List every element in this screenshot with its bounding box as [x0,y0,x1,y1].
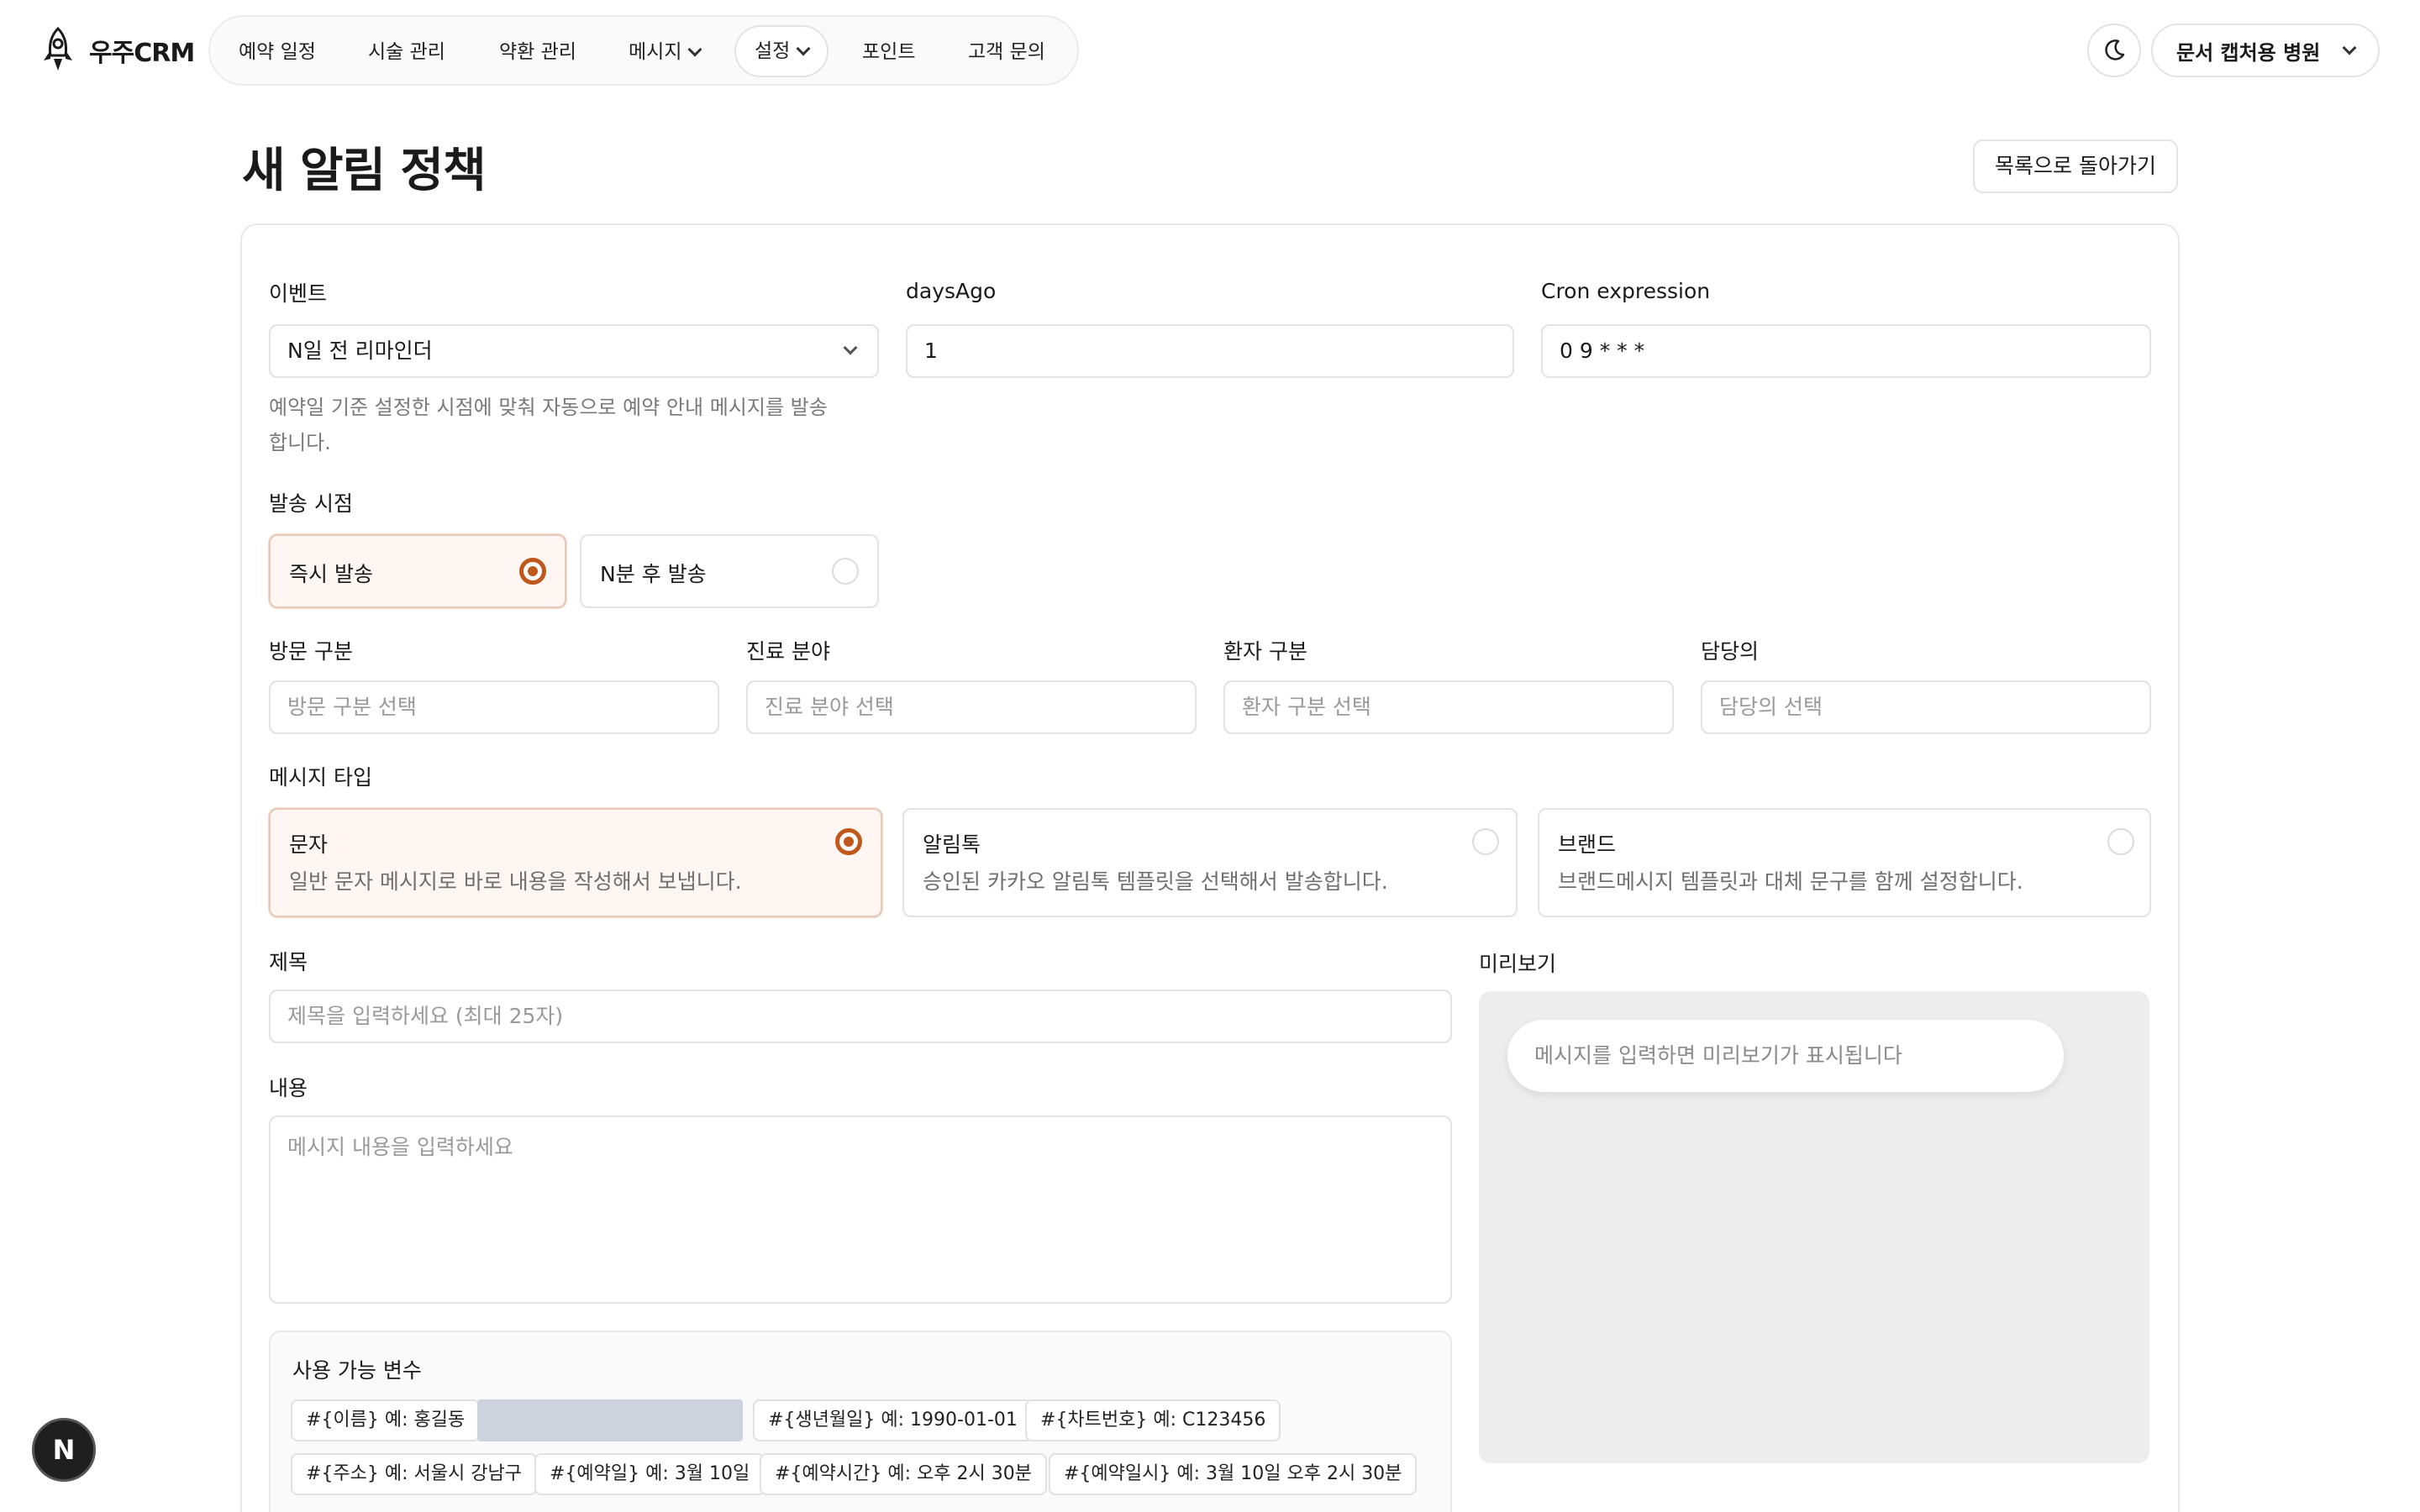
option-description: 일반 문자 메시지로 바로 내용을 작성해서 보냅니다. [289,869,742,894]
nav-item-points[interactable]: 포인트 [862,32,915,72]
option-description: 브랜드메시지 템플릿과 대체 문구를 함께 설정합니다. [1558,869,2023,894]
nav-label: 시술 관리 [368,41,445,63]
nav-item-treatments[interactable]: 시술 관리 [368,32,445,72]
option-title: 문자 [289,832,329,857]
patient-type-label: 환자 구분 [1223,639,1307,664]
account-menu-button[interactable]: 문서 캡처용 병원 [2151,24,2380,77]
message-type-brand-option[interactable]: 브랜드 브랜드메시지 템플릿과 대체 문구를 함께 설정합니다. [1538,808,2151,917]
radio-selected-icon[interactable] [835,828,862,855]
back-to-list-button[interactable]: 목록으로 돌아가기 [1973,139,2178,193]
variable-chip-chart-number[interactable]: #{차트번호} 예: C123456 [1025,1399,1281,1441]
chevron-down-icon [796,41,811,56]
doctor-select[interactable]: 담당의 선택 [1701,680,2151,734]
theme-toggle-button[interactable] [2087,24,2141,77]
cron-label: Cron expression [1541,279,1711,303]
account-name: 문서 캡처용 병원 [2176,40,2321,65]
event-helper-text-2: 합니다. [269,431,331,454]
variable-chip-reservation-time[interactable]: #{예약시간} 예: 오후 2시 30분 [760,1453,1047,1495]
option-title: 브랜드 [1558,832,1617,857]
dev-tools-badge[interactable]: N [32,1418,96,1482]
visit-type-select[interactable]: 방문 구분 선택 [269,680,719,734]
page-title: 새 알림 정책 [242,144,487,198]
message-type-alimtalk-option[interactable]: 알림톡 승인된 카카오 알림톡 템플릿을 선택해서 발송합니다. [902,808,1518,917]
radio-unselected-icon[interactable] [2107,828,2134,855]
chevron-down-icon [843,340,858,355]
variable-chip-reservation-date[interactable]: #{예약일} 예: 3월 10일 [534,1453,765,1495]
nav-label: 포인트 [862,41,916,63]
message-type-sms-option[interactable]: 문자 일반 문자 메시지로 바로 내용을 작성해서 보냅니다. [269,808,882,917]
event-select[interactable]: N일 전 리마인더 [269,324,879,378]
nav-label: 예약 일정 [239,41,316,63]
content-label: 내용 [269,1076,308,1100]
doctor-label: 담당의 [1701,639,1760,664]
variable-chip-redacted [477,1399,743,1441]
variables-title: 사용 가능 변수 [292,1358,422,1383]
message-type-label: 메시지 타입 [269,765,372,790]
content-textarea[interactable]: 메시지 내용을 입력하세요 [269,1116,1452,1304]
chevron-down-icon [2342,40,2357,55]
option-title: N분 후 발송 [600,562,707,586]
event-helper-text: 예약일 기준 설정한 시점에 맞춰 자동으로 예약 안내 메시지를 발송 [269,396,828,419]
option-description: 승인된 카카오 알림톡 템플릿을 선택해서 발송합니다. [923,869,1388,894]
available-variables-panel: 사용 가능 변수 #{이름} 예: 홍길동 #{생년월일} 예: 1990-01… [269,1331,1452,1512]
send-timing-immediate-option[interactable]: 즉시 발송 [269,534,566,608]
preview-bubble: 메시지를 입력하면 미리보기가 표시됩니다 [1507,1020,2064,1092]
variable-chip-address[interactable]: #{주소} 예: 서울시 강남구 [291,1453,537,1495]
variable-chip-reservation-datetime[interactable]: #{예약일시} 예: 3월 10일 오후 2시 30분 [1049,1453,1418,1495]
send-timing-label: 발송 시점 [269,491,353,516]
app-name: 우주CRM [89,39,195,68]
nav-label: 메시지 [629,41,682,63]
subject-input[interactable]: 제목을 입력하세요 (최대 25자) [269,990,1452,1043]
radio-unselected-icon[interactable] [1472,828,1499,855]
nav-item-settings[interactable]: 설정 [734,25,829,77]
rocket-icon [44,26,72,71]
main-nav: 예약 일정 시술 관리 약환 관리 메시지 설정 포인트 고객 문의 [208,15,1079,86]
treatment-area-label: 진료 분야 [746,639,830,664]
top-navigation: 우주CRM 예약 일정 시술 관리 약환 관리 메시지 설정 포인트 고객 문의… [0,0,2420,99]
moon-icon [2105,39,2125,60]
nav-item-inquiries[interactable]: 고객 문의 [968,32,1045,72]
radio-unselected-icon[interactable] [832,558,859,585]
visit-type-label: 방문 구분 [269,639,353,664]
radio-selected-icon[interactable] [519,558,546,585]
variable-chip-birthdate[interactable]: #{생년월일} 예: 1990-01-01 [753,1399,1033,1441]
nav-label: 설정 [755,40,791,62]
treatment-area-select[interactable]: 진료 분야 선택 [746,680,1197,734]
send-timing-delayed-option[interactable]: N분 후 발송 [580,534,879,608]
days-ago-input[interactable]: 1 [906,324,1514,378]
chevron-down-icon [687,42,702,57]
nav-item-reservations[interactable]: 예약 일정 [239,32,316,72]
event-select-value: N일 전 리마인더 [287,339,433,363]
days-ago-label: daysAgo [906,279,997,303]
variable-chip-name[interactable]: #{이름} 예: 홍길동 [291,1399,481,1441]
nav-label: 고객 문의 [968,41,1045,63]
nav-label: 약환 관리 [499,41,576,63]
nav-item-drugs[interactable]: 약환 관리 [499,32,576,72]
patient-type-select[interactable]: 환자 구분 선택 [1223,680,1674,734]
option-title: 즉시 발송 [289,562,373,586]
nav-item-messages[interactable]: 메시지 [629,32,702,72]
message-preview-panel: 메시지를 입력하면 미리보기가 표시됩니다 [1479,991,2149,1463]
option-title: 알림톡 [923,832,981,857]
preview-label: 미리보기 [1479,952,1557,976]
event-label: 이벤트 [269,281,328,306]
cron-input[interactable]: 0 9 * * * [1541,324,2151,378]
subject-label: 제목 [269,950,308,974]
app-logo[interactable]: 우주CRM [37,25,195,76]
